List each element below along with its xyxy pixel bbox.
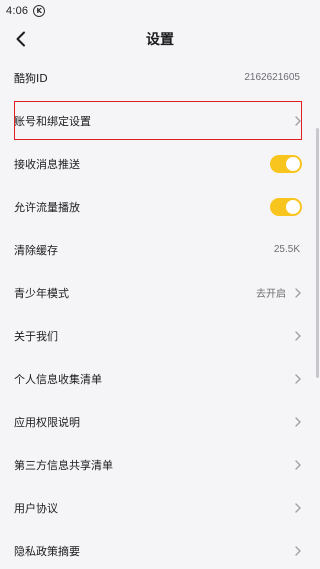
settings-list: 酷狗ID 2162621605 账号和绑定设置 接收消息推送 允许流量播放 清除… bbox=[0, 56, 320, 569]
about-us-label: 关于我们 bbox=[14, 329, 58, 343]
chevron-right-icon bbox=[294, 330, 302, 342]
notification-k-icon: K bbox=[33, 5, 46, 17]
chevron-right-icon bbox=[294, 459, 302, 471]
account-binding-label: 账号和绑定设置 bbox=[14, 114, 91, 128]
kugou-id-label: 酷狗ID bbox=[14, 71, 48, 85]
toggle-knob bbox=[286, 156, 300, 171]
teen-mode-row[interactable]: 青少年模式 去开启 bbox=[0, 271, 320, 314]
chevron-right-icon bbox=[294, 502, 302, 514]
allow-data-playback-toggle[interactable] bbox=[270, 197, 302, 216]
chevron-right-icon bbox=[294, 416, 302, 428]
kugou-id-row: 酷狗ID 2162621605 bbox=[0, 56, 320, 99]
allow-data-playback-row: 允许流量播放 bbox=[0, 185, 320, 228]
third-party-sharing-label: 第三方信息共享清单 bbox=[14, 458, 113, 472]
kugou-id-value: 2162621605 bbox=[244, 72, 300, 83]
clear-cache-row[interactable]: 清除缓存 25.5K bbox=[0, 228, 320, 271]
push-notifications-row: 接收消息推送 bbox=[0, 142, 320, 185]
third-party-sharing-row[interactable]: 第三方信息共享清单 bbox=[0, 443, 320, 486]
scrollbar[interactable] bbox=[316, 128, 319, 378]
personal-info-list-label: 个人信息收集清单 bbox=[14, 372, 102, 386]
clear-cache-label: 清除缓存 bbox=[14, 243, 58, 257]
about-us-row[interactable]: 关于我们 bbox=[0, 314, 320, 357]
teen-mode-status: 去开启 bbox=[256, 289, 286, 300]
nav-bar: 设置 bbox=[0, 22, 320, 56]
cache-size-value: 25.5K bbox=[273, 244, 300, 255]
personal-info-list-row[interactable]: 个人信息收集清单 bbox=[0, 357, 320, 400]
status-bar: 4:06 K bbox=[0, 0, 320, 22]
chevron-right-icon bbox=[294, 373, 302, 385]
teen-mode-label: 青少年模式 bbox=[14, 286, 69, 300]
app-permissions-label: 应用权限说明 bbox=[14, 415, 80, 429]
chevron-right-icon bbox=[294, 287, 302, 299]
page-title: 设置 bbox=[146, 32, 174, 48]
privacy-summary-label: 隐私政策摘要 bbox=[14, 544, 80, 558]
account-binding-row[interactable]: 账号和绑定设置 bbox=[0, 99, 320, 142]
chevron-right-icon bbox=[294, 545, 302, 557]
toggle-knob bbox=[286, 199, 300, 214]
chevron-right-icon bbox=[294, 115, 302, 127]
user-agreement-label: 用户协议 bbox=[14, 501, 58, 515]
allow-data-playback-label: 允许流量播放 bbox=[14, 200, 80, 214]
push-notifications-label: 接收消息推送 bbox=[14, 157, 80, 171]
app-permissions-row[interactable]: 应用权限说明 bbox=[0, 400, 320, 443]
user-agreement-row[interactable]: 用户协议 bbox=[0, 486, 320, 529]
status-time: 4:06 bbox=[6, 5, 29, 17]
privacy-summary-row[interactable]: 隐私政策摘要 bbox=[0, 529, 320, 569]
push-notifications-toggle[interactable] bbox=[270, 154, 302, 173]
